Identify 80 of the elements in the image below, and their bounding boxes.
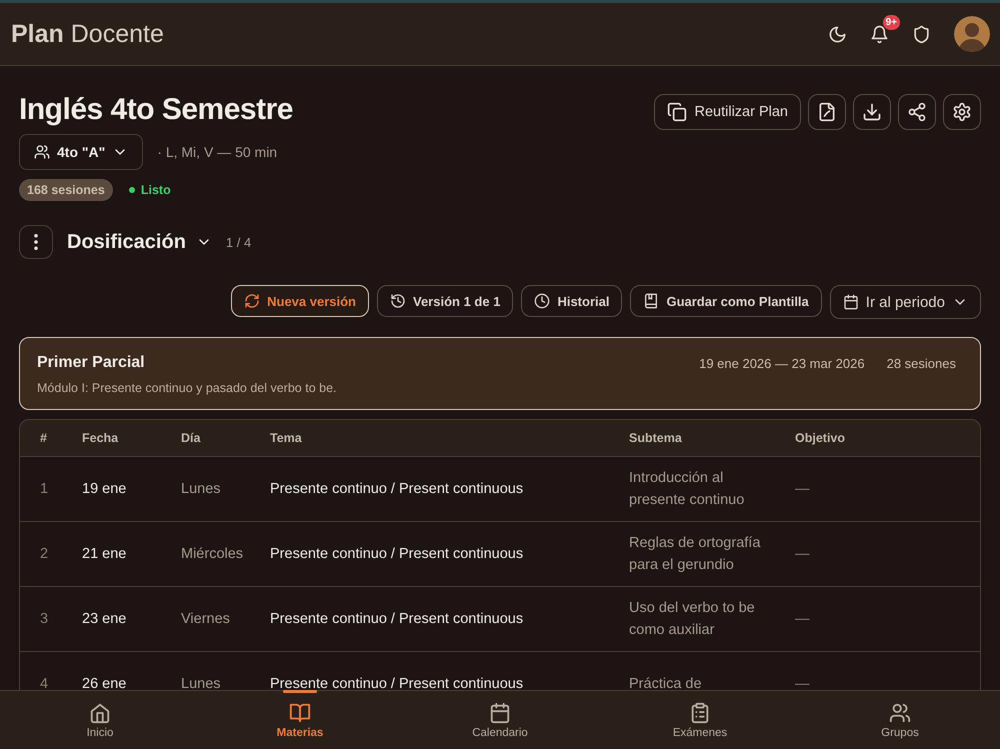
table-cell: 19 ene: [82, 480, 126, 496]
clipboard-icon: [689, 702, 711, 724]
clock-icon: [534, 293, 550, 309]
nav-tab[interactable]: Calendario: [445, 691, 555, 749]
avatar[interactable]: [954, 16, 990, 52]
column-header: Objetivo: [795, 420, 980, 456]
table-cell: Miércoles: [181, 546, 244, 562]
table-cell: Presente continuo / Present continuous: [270, 676, 524, 690]
period-sessions: 28 sesiones: [886, 356, 956, 370]
pdf-button[interactable]: [808, 94, 846, 130]
table-cell: Uso del verbo to be como auxiliar: [629, 600, 755, 638]
shield-icon: [912, 24, 930, 44]
settings-button[interactable]: [943, 94, 981, 130]
table-cell: 3: [40, 610, 48, 626]
download-button[interactable]: [853, 94, 891, 130]
settings-icon: [952, 102, 972, 122]
status-label: Listo: [128, 183, 171, 197]
period-title: Primer Parcial: [37, 354, 146, 372]
table-cell: 2: [40, 546, 48, 562]
group-selector[interactable]: 4to "A": [19, 134, 144, 170]
share-icon: [907, 102, 927, 122]
table-cell: —: [795, 676, 810, 690]
column-header: #: [20, 420, 82, 456]
share-button[interactable]: [898, 94, 936, 130]
version-button[interactable]: Versión 1 de 1: [377, 285, 514, 317]
column-header: Subtema: [629, 420, 795, 456]
table-cell: 26 ene: [82, 676, 126, 690]
people-icon: [34, 144, 50, 160]
table-cell: —: [795, 480, 810, 496]
nav-tab[interactable]: Exámenes: [645, 691, 755, 749]
plan-title: Inglés 4to Semestre: [19, 92, 293, 128]
moon-icon: [828, 24, 846, 44]
app-title: Plan Docente: [11, 20, 164, 48]
home-icon: [89, 702, 111, 724]
calendar-icon: [842, 294, 859, 310]
refresh-icon: [244, 293, 260, 309]
table-cell: 1: [40, 480, 48, 496]
bookmark-book-icon: [643, 293, 660, 309]
go-to-period-dropdown[interactable]: Ir al periodo: [830, 285, 981, 319]
column-header: Día: [181, 420, 270, 456]
table-cell: Práctica de: [629, 676, 702, 690]
nav-tab[interactable]: Inicio: [45, 691, 155, 749]
table-cell: —: [795, 610, 810, 626]
open-book-icon: [289, 702, 311, 724]
schedule-text: · L, Mi, V — 50 min: [157, 144, 278, 160]
download-icon: [862, 102, 882, 122]
table-cell: Presente continuo / Present continuous: [270, 480, 524, 496]
save-template-button[interactable]: Guardar como Plantilla: [630, 285, 822, 317]
table-cell: Lunes: [181, 480, 221, 496]
sessions-count: 168 sesiones: [19, 179, 113, 201]
section-dropdown[interactable]: Dosificación: [67, 230, 212, 254]
file-icon: [817, 102, 837, 122]
new-version-button[interactable]: Nueva versión: [231, 285, 369, 317]
page-indicator: 1 / 4: [226, 234, 252, 250]
nav-tab[interactable]: Materias: [245, 691, 355, 749]
table-cell: Reglas de ortografía para el gerundio: [629, 534, 760, 572]
table-cell: Introducción al presente continuo: [629, 470, 744, 508]
table-cell: Presente continuo / Present continuous: [270, 546, 524, 562]
table-cell: —: [795, 546, 810, 562]
copy-icon: [666, 102, 686, 122]
more-icon: [34, 234, 38, 250]
column-header: Tema: [270, 420, 629, 456]
table-cell: 23 ene: [82, 610, 126, 626]
table-cell: Lunes: [181, 676, 221, 690]
table-cell: Viernes: [181, 610, 230, 626]
people-icon: [889, 702, 911, 724]
calendar-icon: [489, 702, 511, 724]
period-description: Módulo I: Presente continuo y pasado del verbo to be.: [37, 381, 338, 395]
column-header: Fecha: [82, 420, 181, 456]
history-icon: [390, 293, 406, 309]
bell-icon: [870, 24, 888, 44]
more-button[interactable]: [19, 225, 53, 259]
history-button[interactable]: Historial: [521, 285, 622, 317]
reuse-plan-button[interactable]: Reutilizar Plan: [654, 94, 801, 130]
period-dates: 19 ene 2026 — 23 mar 2026: [699, 356, 865, 370]
table-cell: 21 ene: [82, 546, 126, 562]
table-cell: Presente continuo / Present continuous: [270, 610, 524, 626]
nav-tab[interactable]: Grupos: [845, 691, 955, 749]
table-cell: 4: [40, 676, 48, 690]
notification-badge: 9+: [882, 15, 900, 30]
